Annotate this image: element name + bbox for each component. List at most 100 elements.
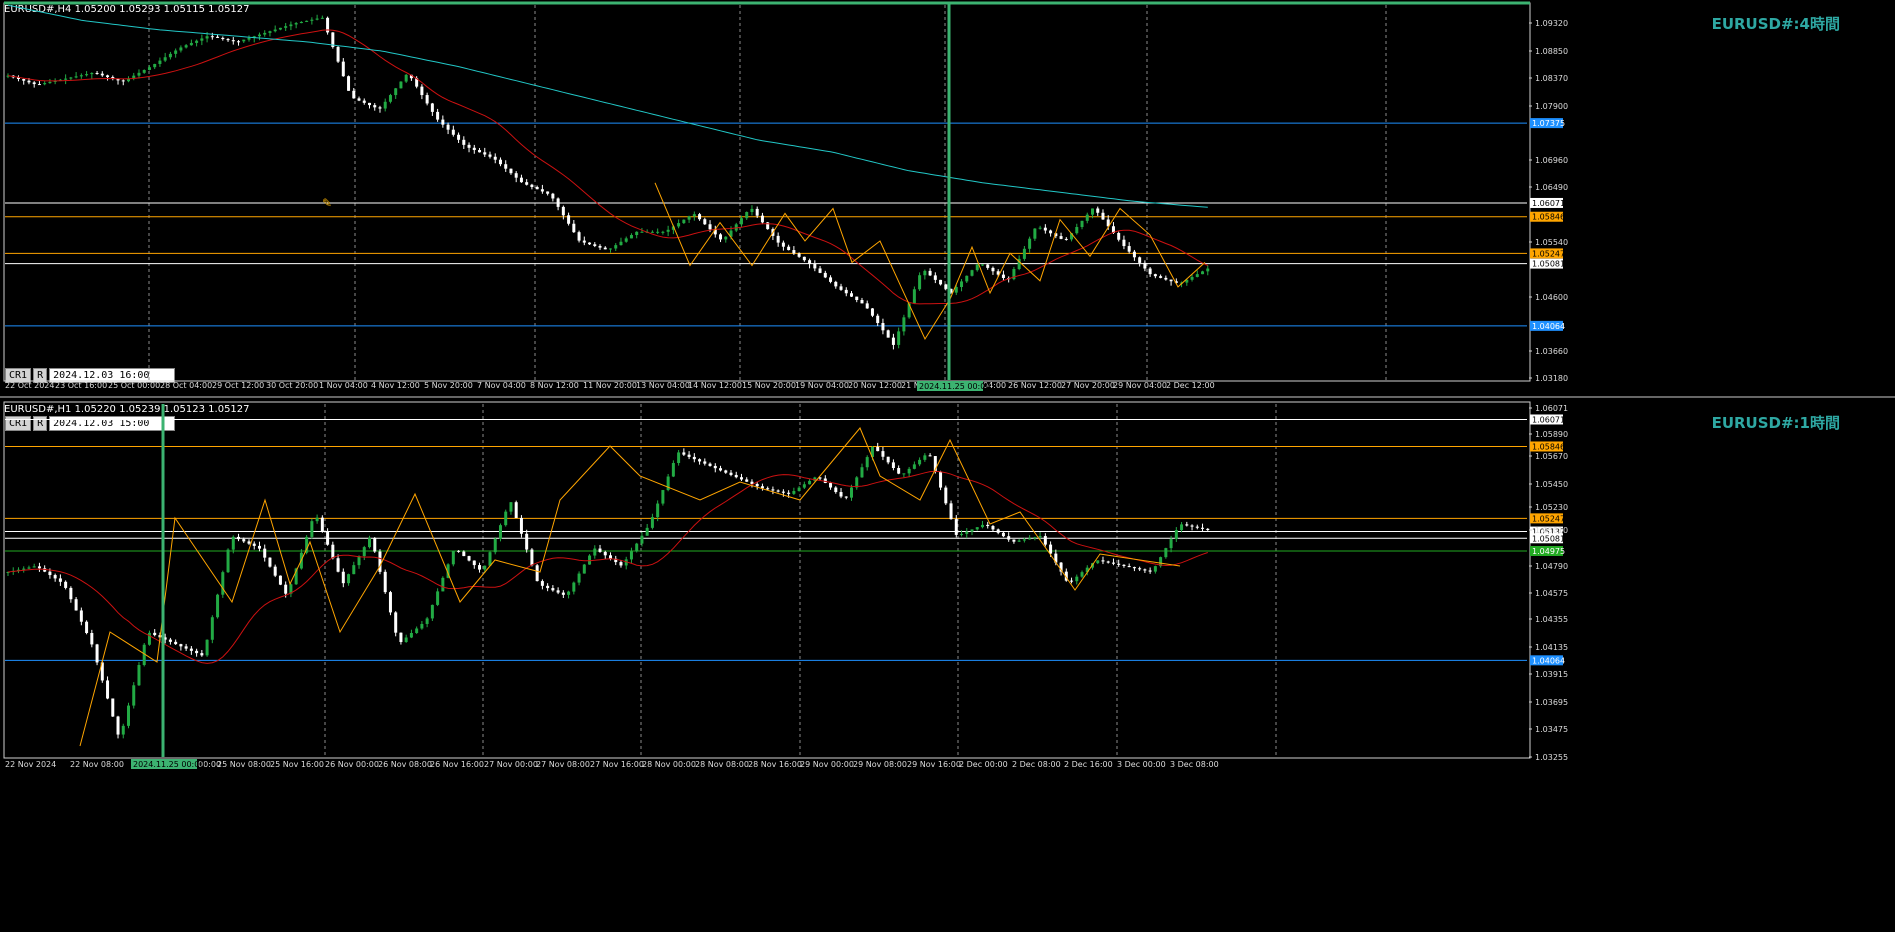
bottom_pane-candle-body	[467, 556, 471, 561]
h4-zigzag-line	[654, 182, 1206, 341]
bottom_pane-candle-body	[420, 623, 424, 629]
top_pane-candle-body	[530, 184, 534, 187]
bottom_pane-candle-body	[556, 590, 560, 593]
top_pane-candle-body	[488, 154, 492, 157]
top_pane-candle-body	[1059, 236, 1063, 239]
bottom_pane-candle-body	[1185, 524, 1189, 526]
bottom_pane-candle-body	[488, 552, 492, 566]
top_pane-candle-body	[567, 215, 571, 224]
bottom_pane-candle-body	[399, 632, 403, 643]
bottom_pane-candle-body	[745, 479, 749, 482]
top_pane-candle-body	[609, 248, 612, 250]
bottom_pane-candle-body	[561, 592, 565, 595]
top_pane-time-label: 19 Nov 04:00	[795, 381, 849, 390]
bottom_pane-time-label: 26 Nov 16:00	[430, 760, 484, 769]
top_pane-candle-body	[106, 75, 110, 78]
top_pane-candle-body	[870, 308, 874, 316]
bottom_pane-price-tick: 1.04355	[1535, 615, 1568, 624]
top_pane-time-label: 30 Oct 20:00	[266, 381, 318, 390]
bottom_pane-candle-body	[687, 454, 691, 457]
top_pane-candle-body	[1122, 239, 1126, 247]
bottom_pane-candle-body	[368, 538, 371, 548]
top_pane-candle-body	[320, 17, 324, 19]
bottom_pane-price-tag-label: 1.05846	[1532, 442, 1565, 451]
top_pane-candle-body	[551, 193, 555, 199]
bottom_pane-candle-body	[834, 487, 838, 493]
bottom_pane-candle-body	[137, 665, 141, 686]
bottom_pane-candle-body	[362, 547, 366, 557]
top_pane-time-label: 13 Nov 04:00	[636, 381, 690, 390]
bottom_pane-candle-body	[530, 549, 534, 566]
top_pane-candle-body	[153, 63, 157, 68]
top_pane-price-tag-label: 1.06071	[1532, 199, 1565, 208]
top_pane-candle-body	[698, 214, 702, 220]
top_pane-candle-body	[1043, 227, 1047, 231]
bottom_pane-candle-body	[436, 591, 440, 605]
bottom_pane-candle-body	[1153, 566, 1157, 572]
bottom_pane-candle-body	[519, 517, 523, 534]
top_pane-candle-body	[750, 208, 754, 213]
bottom_pane-candle-body	[247, 541, 251, 544]
top_pane-candle-body	[1190, 276, 1194, 280]
top_pane-price-tick: 1.09320	[1535, 19, 1568, 28]
top_pane-candle-body	[1206, 268, 1210, 272]
top_pane-candle-body	[928, 270, 932, 276]
top_pane-candle-body	[504, 164, 508, 169]
bottom_pane-candle-body	[415, 628, 419, 633]
top_pane-candle-body	[519, 177, 523, 183]
bottom_pane-price-tick: 1.06071	[1535, 404, 1568, 413]
h4-ma-fast-line	[7, 29, 1209, 305]
bottom_pane-candle-body	[986, 524, 990, 527]
bottom_pane-candle-body	[425, 618, 429, 624]
top_pane-candle-body	[1022, 248, 1026, 259]
bottom_pane-candle-body	[184, 646, 188, 649]
bottom_pane-time-label: 29 Nov 00:00	[800, 760, 854, 769]
top_pane-candle-body	[1164, 277, 1168, 280]
bottom_pane-candle-body	[551, 588, 555, 591]
bottom_pane-candle-body	[1028, 538, 1032, 540]
bottom_pane-candle-body	[692, 456, 696, 460]
bottom_pane-candle-body	[514, 502, 518, 518]
top_pane-candle-body	[1091, 208, 1094, 215]
chart-canvas[interactable]: 1.07375 1.06071 1.05846 1.05247 1.05081 1.040…	[0, 0, 1895, 932]
top_pane-candle-body	[844, 289, 848, 294]
bottom_pane-price-tag-label: 1.04975	[1532, 547, 1565, 556]
top_pane-candle-body	[965, 275, 969, 282]
top_pane-candle-body	[195, 40, 199, 43]
bottom_pane-candle-body	[64, 581, 68, 588]
bottom_pane-price-tick: 1.05450	[1535, 480, 1568, 489]
top_pane-time-label: 20 Nov 12:00	[848, 381, 902, 390]
top_pane-candle-body	[462, 139, 466, 145]
top_pane-candle-body	[1075, 227, 1079, 234]
top_pane-time-label: 25 Oct 00:00	[108, 381, 160, 390]
h1-cursor-label: 2024.11.25 00:00	[133, 760, 204, 769]
bottom_pane-candle-body	[912, 464, 916, 469]
h4-cursor-label: 2024.11.25 00:00	[919, 382, 990, 391]
bottom_pane-candle-body	[1117, 563, 1121, 565]
bottom_pane-candle-body	[719, 468, 723, 471]
top_pane-candle-body	[278, 27, 282, 30]
bottom_pane-candle-body	[588, 555, 592, 565]
top_pane-candle-body	[1195, 274, 1199, 277]
bottom_pane-candle-body	[451, 550, 455, 565]
bottom_pane-candle-body	[603, 551, 607, 556]
top_pane-candle-body	[451, 129, 455, 135]
top_pane-candle-body	[991, 267, 995, 272]
top_pane-candle-body	[273, 29, 277, 32]
top_pane-candle-body	[556, 198, 560, 207]
top_pane-candle-body	[970, 270, 974, 276]
bottom_pane-candle-body	[1012, 539, 1016, 542]
top_pane-candle-body	[299, 21, 303, 24]
top_pane-candle-body	[336, 47, 340, 62]
bottom_pane-price-tick: 1.05010	[1535, 526, 1568, 535]
bottom_pane-candle-body	[504, 511, 508, 526]
top_pane-candle-body	[980, 264, 984, 266]
bottom_pane-candle-body	[1022, 539, 1026, 541]
top_pane-candle-body	[210, 36, 214, 38]
top_pane-candle-body	[902, 317, 906, 332]
bottom_pane-candle-body	[493, 538, 497, 553]
bottom_pane-candle-body	[231, 536, 235, 550]
top_pane-candle-body	[168, 53, 172, 58]
bottom_pane-candle-body	[326, 531, 330, 545]
bottom_pane-price-tick: 1.04135	[1535, 643, 1568, 652]
